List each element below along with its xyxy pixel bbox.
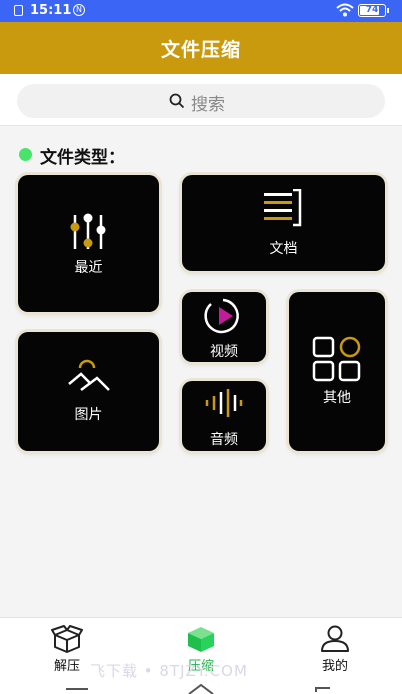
page-title: 文件压缩 — [160, 39, 241, 61]
tile-other-label: 其他 — [323, 390, 351, 406]
user-icon — [321, 625, 349, 652]
tile-audio-label: 音频 — [210, 432, 238, 448]
closed-box-icon — [188, 627, 214, 652]
status-time: 15:11 — [30, 3, 72, 18]
tile-video[interactable]: 视频 — [182, 292, 266, 362]
section-title: 文件类型： — [40, 148, 125, 168]
battery-tip — [387, 8, 389, 13]
tile-documents[interactable]: 文档 — [182, 175, 385, 271]
wifi-icon — [336, 3, 354, 17]
battery-icon: 74 — [358, 4, 386, 17]
open-box-icon — [51, 625, 83, 653]
nav-mine-label: 我的 — [321, 659, 348, 674]
status-bar: 15:11 N 74 — [0, 0, 402, 22]
tile-recent[interactable]: 最近 — [18, 175, 159, 312]
tile-other[interactable]: 其他 — [289, 292, 385, 451]
grid-icon — [312, 336, 361, 382]
app-header: 文件压缩 — [0, 22, 402, 74]
watermark: 飞下载 • 8TJZY.COM — [90, 662, 248, 680]
tile-recent-label: 最近 — [74, 260, 103, 276]
waveform-icon — [205, 389, 243, 417]
sliders-icon — [70, 213, 106, 249]
document-icon — [264, 189, 302, 227]
tile-audio[interactable]: 音频 — [182, 381, 266, 451]
sim-card-icon — [14, 5, 23, 16]
tile-video-label: 视频 — [210, 344, 238, 360]
nav-mine[interactable]: 我的 — [295, 618, 375, 680]
search-input[interactable]: 搜索 — [17, 84, 385, 118]
nfc-icon: N — [73, 4, 85, 16]
system-navigation-bar — [0, 679, 402, 694]
tile-images-label: 图片 — [74, 407, 103, 423]
search-area: 搜索 — [0, 74, 402, 126]
landscape-icon — [68, 359, 110, 391]
search-icon — [169, 93, 185, 109]
section-dot-icon — [19, 148, 32, 161]
search-placeholder: 搜索 — [191, 95, 225, 115]
tile-images[interactable]: 图片 — [18, 332, 159, 451]
system-nav-icons — [66, 683, 330, 694]
battery-level: 74 — [365, 5, 379, 15]
tile-documents-label: 文档 — [269, 241, 298, 257]
play-icon — [204, 298, 239, 334]
